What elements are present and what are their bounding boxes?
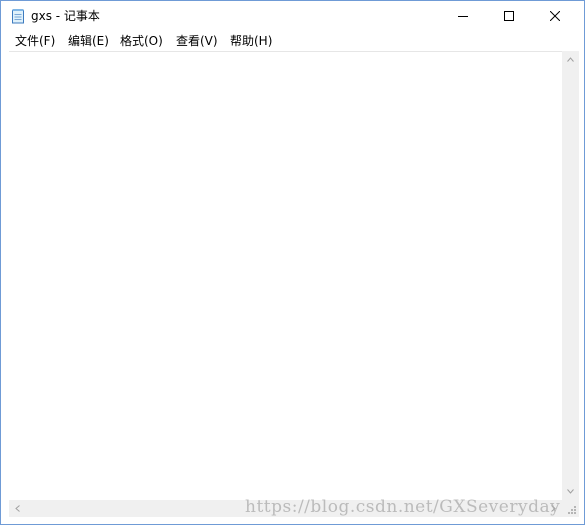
horizontal-scrollbar[interactable]	[9, 500, 562, 517]
menu-file[interactable]: 文件(F)	[15, 33, 55, 49]
window-title: gxs - 记事本	[31, 9, 100, 23]
menu-edit[interactable]: 编辑(E)	[68, 33, 109, 49]
chevron-left-icon	[15, 505, 20, 512]
vertical-scrollbar[interactable]	[562, 51, 579, 500]
menu-bar: 文件(F) 编辑(E) 格式(O) 查看(V) 帮助(H)	[1, 31, 584, 51]
resize-grip-icon	[568, 506, 576, 514]
close-icon	[550, 11, 560, 21]
minimize-button[interactable]	[440, 1, 486, 31]
maximize-button[interactable]	[486, 1, 532, 31]
close-button[interactable]	[532, 1, 578, 31]
notepad-window: gxs - 记事本 文件(F) 编辑(E) 格式(O) 查看(V) 帮助(H)	[0, 0, 585, 525]
notepad-icon[interactable]	[10, 8, 26, 24]
scroll-up-button[interactable]	[562, 51, 579, 68]
minimize-icon	[458, 16, 468, 17]
title-bar[interactable]: gxs - 记事本	[1, 1, 584, 31]
chevron-right-icon	[551, 505, 556, 512]
menu-format[interactable]: 格式(O)	[120, 33, 163, 49]
size-grip[interactable]	[562, 500, 579, 517]
chevron-up-icon	[567, 57, 574, 62]
scroll-right-button[interactable]	[545, 500, 562, 517]
menu-help[interactable]: 帮助(H)	[230, 33, 272, 49]
maximize-icon	[504, 11, 514, 21]
menu-view[interactable]: 查看(V)	[176, 33, 218, 49]
text-editor-area[interactable]	[9, 51, 562, 501]
chevron-down-icon	[567, 489, 574, 494]
scroll-down-button[interactable]	[562, 483, 579, 500]
scroll-left-button[interactable]	[9, 500, 26, 517]
